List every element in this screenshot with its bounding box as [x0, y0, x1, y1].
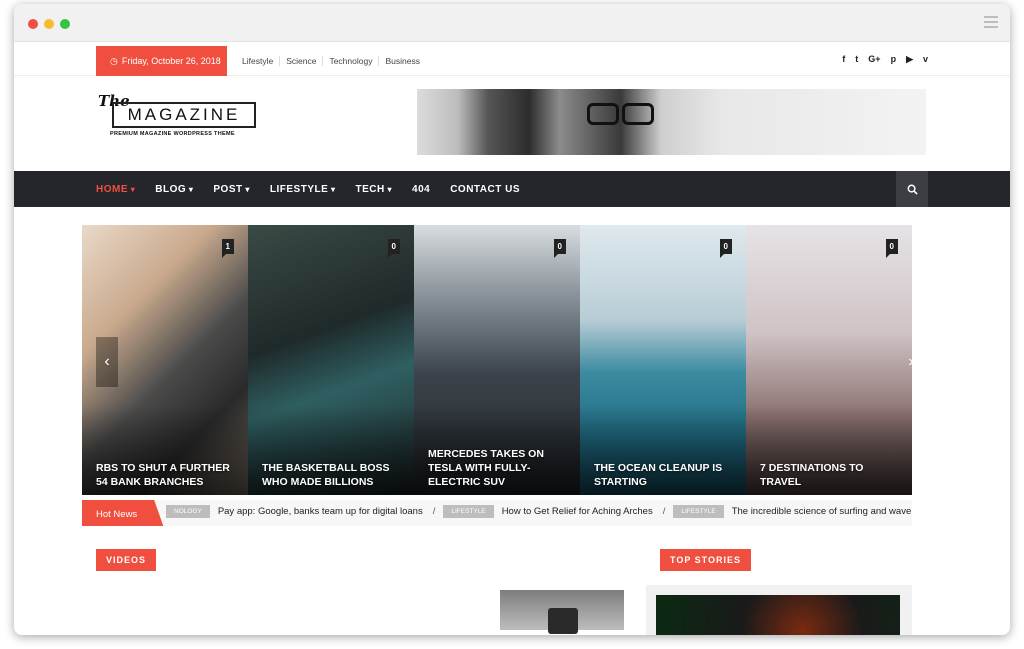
vimeo-icon[interactable]: v: [923, 54, 928, 65]
ticker-category[interactable]: LIFESTYLE: [673, 505, 724, 518]
chevron-down-icon: ▾: [186, 184, 194, 194]
nav-items: HOME ▾ BLOG ▾ POST ▾ LIFESTYLE ▾ TECH ▾ 404 CO…: [96, 184, 540, 195]
slide-card[interactable]: 0 THE BASKETBALL BOSS WHO MADE BILLIONS: [248, 225, 414, 495]
slide-title[interactable]: RBS TO SHUT A FURTHER 54 BANK BRANCHES: [96, 461, 238, 489]
ticker-headline[interactable]: How to Get Relief for Aching Arches: [502, 506, 653, 517]
nav-item-contact-us[interactable]: CONTACT US: [450, 184, 520, 195]
ticker-category[interactable]: LIFESTYLE: [443, 505, 494, 518]
comment-count-badge[interactable]: 0: [553, 239, 566, 258]
header-banner-image[interactable]: [417, 89, 926, 155]
top-stories-card: [646, 585, 912, 635]
phone-image: [548, 608, 578, 634]
slide-card[interactable]: 0 THE OCEAN CLEANUP IS STARTING: [580, 225, 746, 495]
top-story-image[interactable]: [656, 595, 900, 635]
twitter-icon[interactable]: t: [855, 54, 858, 65]
top-link-business[interactable]: Business: [378, 56, 426, 66]
clock-icon: ◷: [110, 55, 118, 66]
minimize-dot-icon[interactable]: [44, 19, 54, 29]
nav-item-label: 404: [412, 183, 431, 195]
hamburger-menu-icon[interactable]: [984, 16, 998, 31]
site-logo[interactable]: The MAGAZINE PREMIUM MAGAZINE WORDPRESS …: [98, 90, 258, 140]
nav-item-label: CONTACT US: [450, 183, 521, 195]
ticker-track: NOLOGY Pay app: Google, banks team up for…: [158, 505, 912, 518]
ticker-headline[interactable]: The incredible science of surfing and wa…: [732, 506, 912, 517]
youtube-icon[interactable]: ▶: [906, 54, 913, 65]
nav-item-blog[interactable]: BLOG ▾: [155, 184, 193, 195]
logo-tagline: PREMIUM MAGAZINE WORDPRESS THEME: [110, 131, 235, 137]
nav-item-tech[interactable]: TECH ▾: [356, 184, 392, 195]
chevron-down-icon: ▾: [128, 184, 136, 194]
nav-item-label: BLOG: [155, 183, 187, 195]
comment-count-badge[interactable]: 1: [221, 239, 234, 258]
top-stories-section-title[interactable]: TOP STORIES: [660, 549, 752, 571]
nav-item-post[interactable]: POST ▾: [213, 184, 249, 195]
nav-search-button[interactable]: [896, 171, 928, 207]
banner-glasses-left: [587, 103, 619, 125]
slide-card[interactable]: 0 MERCEDES TAKES ON TESLA WITH FULLY-ELEC…: [414, 225, 580, 495]
close-dot-icon[interactable]: [28, 19, 38, 29]
nav-item-label: HOME: [96, 183, 128, 195]
top-link-technology[interactable]: Technology: [322, 56, 378, 66]
main-nav: HOME ▾ BLOG ▾ POST ▾ LIFESTYLE ▾ TECH ▾ 404 CO…: [14, 171, 1010, 207]
nav-item-label: TECH: [355, 183, 385, 195]
nav-item-404[interactable]: 404: [412, 184, 430, 195]
hot-news-ticker: Hot News NOLOGY Pay app: Google, banks te…: [82, 500, 912, 526]
top-bar: ◷ Friday, October 26, 2018 Lifestyle Sci…: [14, 42, 1010, 76]
top-links: Lifestyle Science Technology Business: [236, 56, 426, 66]
date-text: Friday, October 26, 2018: [121, 56, 221, 66]
chevron-down-icon: ▾: [328, 184, 336, 194]
nav-item-label: POST: [213, 183, 243, 195]
slide-title[interactable]: THE OCEAN CLEANUP IS STARTING: [594, 461, 736, 489]
comment-count-badge[interactable]: 0: [719, 239, 732, 258]
logo-name: MAGAZINE: [112, 102, 256, 128]
slide-title[interactable]: MERCEDES TAKES ON TESLA WITH FULLY-ELECT…: [428, 447, 570, 489]
slider-next-arrow-icon[interactable]: ›: [900, 337, 922, 387]
ticker-separator: /: [432, 506, 436, 517]
nav-item-home[interactable]: HOME ▾: [96, 184, 135, 195]
top-link-lifestyle[interactable]: Lifestyle: [236, 56, 279, 66]
nav-item-lifestyle[interactable]: LIFESTYLE ▾: [270, 184, 336, 195]
slide-title[interactable]: 7 DESTINATIONS TO TRAVEL: [760, 461, 902, 489]
ticker-headline[interactable]: Pay app: Google, banks team up for digit…: [218, 506, 423, 517]
site-header: The MAGAZINE PREMIUM MAGAZINE WORDPRESS …: [14, 76, 1010, 171]
banner-glasses-right: [622, 103, 654, 125]
google-plus-icon[interactable]: G+: [868, 54, 880, 65]
date-badge: ◷ Friday, October 26, 2018: [96, 46, 227, 76]
ticker-category[interactable]: NOLOGY: [166, 505, 210, 518]
comment-count-badge[interactable]: 0: [387, 239, 400, 258]
video-thumbnail[interactable]: [500, 590, 624, 634]
social-links: f t G+ p ▶ v: [842, 54, 928, 65]
hot-news-label: Hot News: [82, 500, 164, 526]
pinterest-icon[interactable]: p: [891, 54, 897, 65]
slider-prev-arrow-icon[interactable]: ‹: [96, 337, 118, 387]
browser-chrome: [14, 4, 1010, 42]
slide-title[interactable]: THE BASKETBALL BOSS WHO MADE BILLIONS: [262, 461, 404, 489]
chevron-down-icon: ▾: [242, 184, 250, 194]
comment-count-badge[interactable]: 0: [885, 239, 898, 258]
top-link-science[interactable]: Science: [279, 56, 322, 66]
nav-item-label: LIFESTYLE: [269, 183, 329, 195]
slide-card[interactable]: 0 7 DESTINATIONS TO TRAVEL: [746, 225, 912, 495]
featured-slider: 1 RBS TO SHUT A FURTHER 54 BANK BRANCHES 0…: [82, 225, 912, 495]
facebook-icon[interactable]: f: [842, 54, 845, 65]
search-icon: [907, 184, 918, 195]
chevron-down-icon: ▾: [384, 184, 393, 194]
maximize-dot-icon[interactable]: [60, 19, 70, 29]
ticker-separator: /: [662, 506, 666, 517]
videos-section-title[interactable]: VIDEOS: [96, 549, 157, 571]
